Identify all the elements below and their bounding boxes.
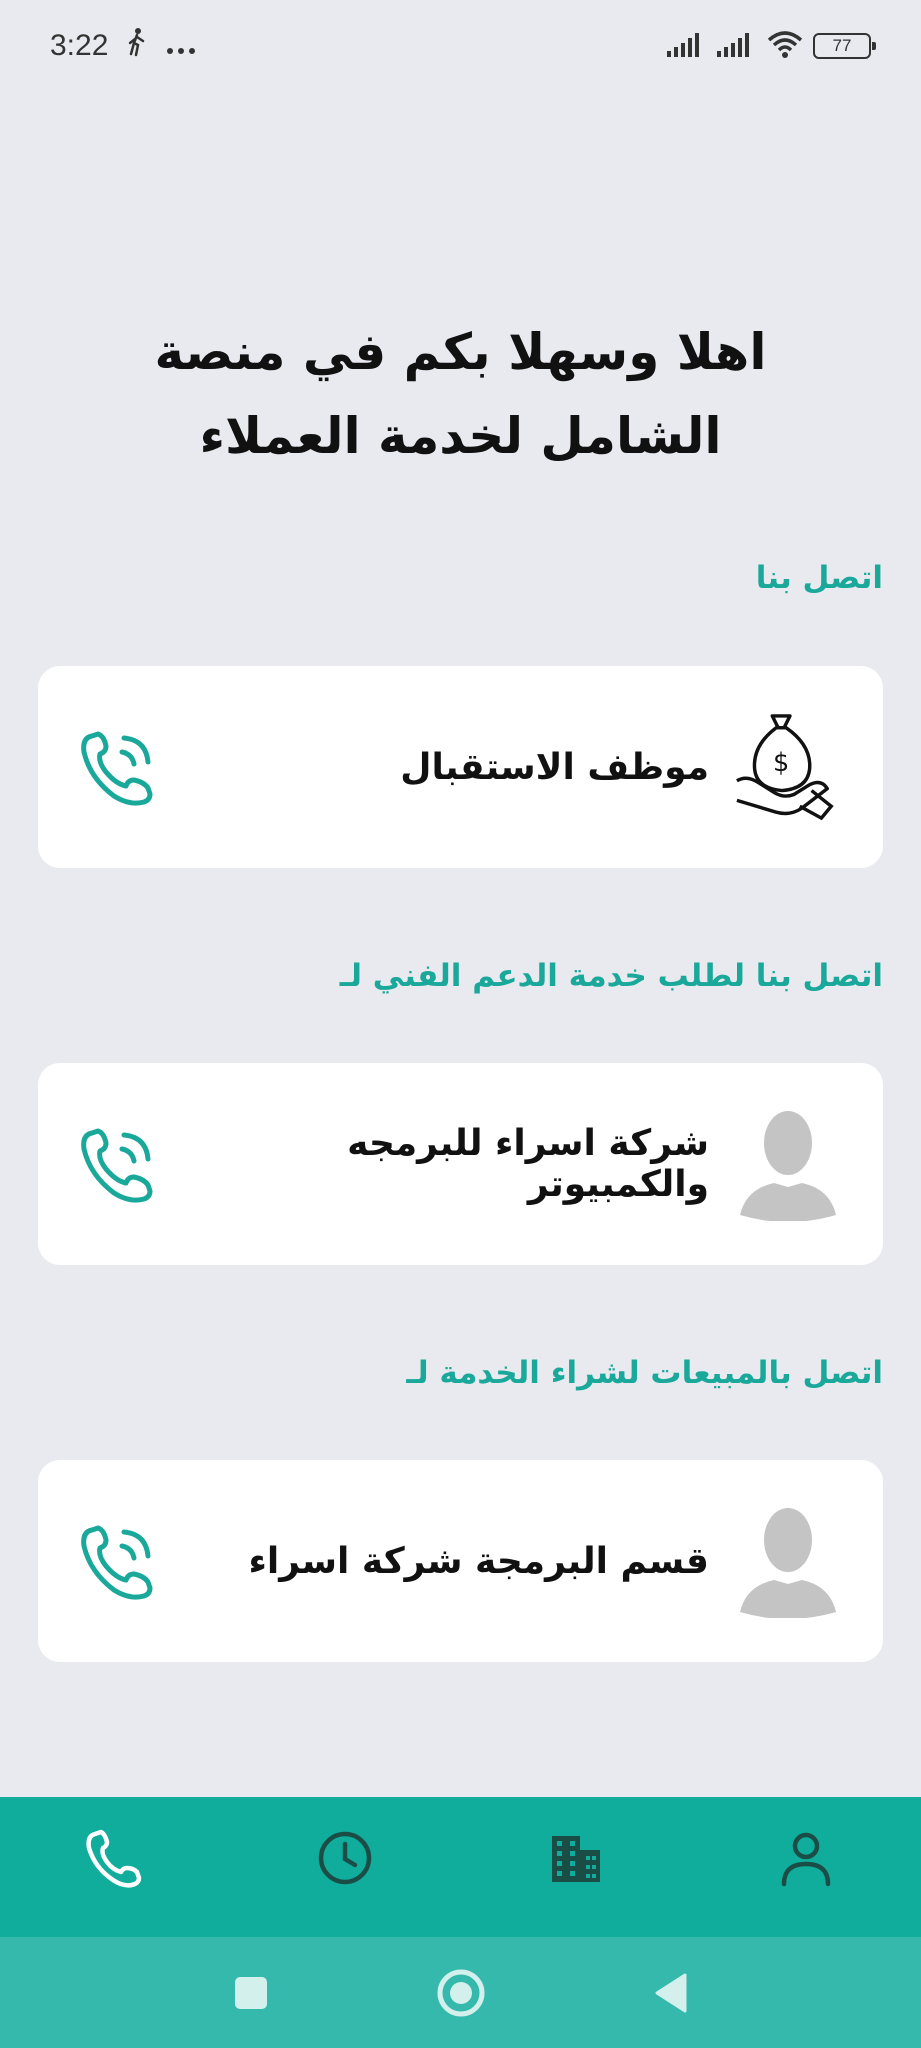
recents-square-icon[interactable] xyxy=(221,1963,281,2023)
contact-card-support[interactable]: شركة اسراء للبرمجه والكمبيوتر xyxy=(38,1063,883,1265)
status-bar: 3:22 77 xyxy=(0,0,921,92)
battery-icon: 77 xyxy=(813,33,876,59)
welcome-line-1: اهلا وسهلا بكم في منصة xyxy=(154,323,767,381)
svg-text:$: $ xyxy=(773,748,789,778)
card-label: قسم البرمجة شركة اسراء xyxy=(248,1540,710,1582)
status-right: 77 xyxy=(667,30,876,63)
status-left: 3:22 xyxy=(50,27,196,65)
user-silhouette-icon xyxy=(733,1501,843,1621)
contact-card-reception[interactable]: $ موظف الاستقبال xyxy=(38,666,883,868)
bottom-nav xyxy=(0,1797,921,1937)
card-label: موظف الاستقبال xyxy=(400,746,709,788)
phone-call-icon[interactable] xyxy=(74,722,164,812)
phone-call-icon[interactable] xyxy=(74,1119,164,1209)
contact-card-sales[interactable]: قسم البرمجة شركة اسراء xyxy=(38,1460,883,1662)
welcome-line-2: الشامل لخدمة العملاء xyxy=(199,407,722,465)
home-circle-icon[interactable] xyxy=(431,1963,491,2023)
profile-icon[interactable] xyxy=(761,1813,851,1903)
walking-icon xyxy=(126,27,148,65)
user-silhouette-icon xyxy=(733,1104,843,1224)
signal-icon-2 xyxy=(717,31,757,62)
wifi-icon xyxy=(767,30,803,63)
welcome-heading: اهلا وسهلا بكم في منصة الشامل لخدمة العم… xyxy=(60,310,861,478)
phone-icon[interactable] xyxy=(70,1813,160,1903)
system-nav-bar xyxy=(0,1937,921,2048)
money-bag-hand-icon: $ xyxy=(733,707,843,827)
phone-call-icon[interactable] xyxy=(74,1516,164,1606)
status-time: 3:22 xyxy=(50,29,109,62)
section-title-sales: اتصل بالمبيعات لشراء الخدمة لـ xyxy=(406,1355,883,1391)
clock-icon[interactable] xyxy=(300,1813,390,1903)
card-label: شركة اسراء للبرمجه والكمبيوتر xyxy=(347,1123,709,1205)
back-triangle-icon[interactable] xyxy=(641,1963,701,2023)
more-dots-icon xyxy=(166,29,196,63)
section-title-contact: اتصل بنا xyxy=(755,560,883,596)
section-title-support: اتصل بنا لطلب خدمة الدعم الفني لـ xyxy=(339,958,883,994)
signal-icon xyxy=(667,31,707,62)
building-icon[interactable] xyxy=(531,1813,621,1903)
